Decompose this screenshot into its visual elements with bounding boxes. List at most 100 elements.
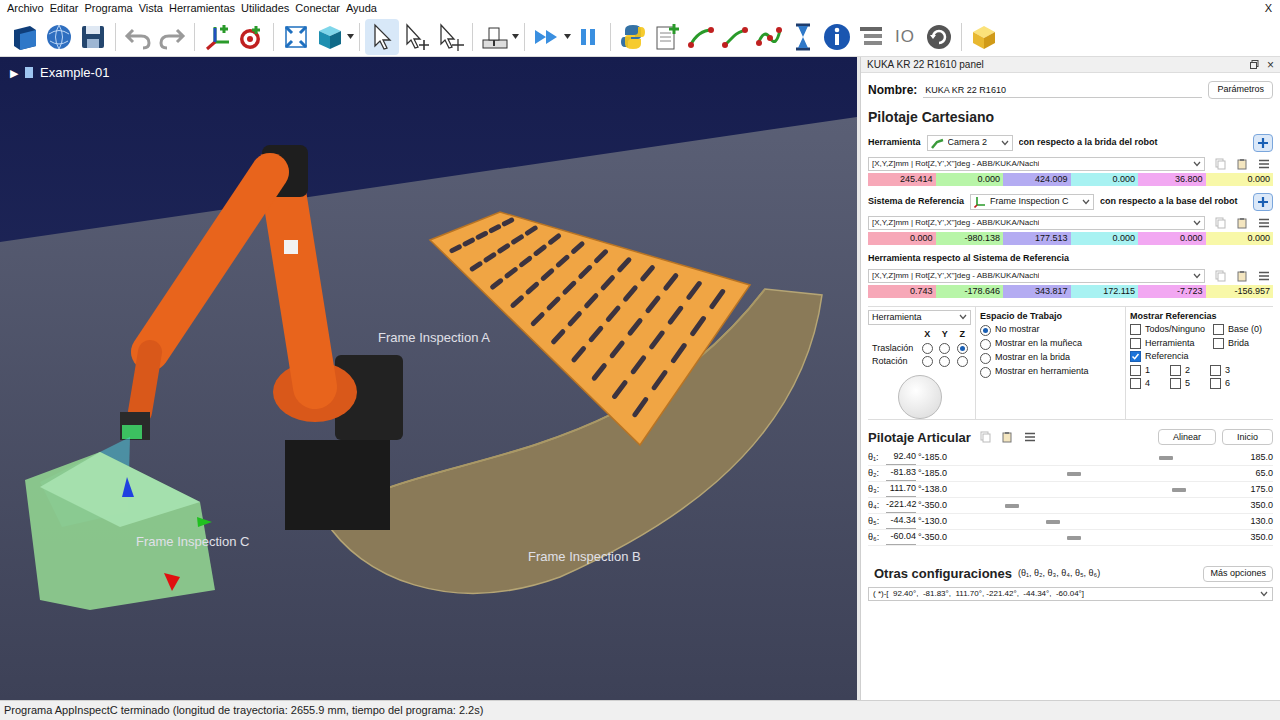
paste-button[interactable] xyxy=(999,430,1017,444)
checkbox[interactable] xyxy=(1170,378,1181,389)
joint-slider[interactable] xyxy=(964,485,1233,495)
pose-value[interactable]: 0.000 xyxy=(1206,232,1274,245)
slider-handle[interactable] xyxy=(1046,520,1060,524)
reference-number-checkbox[interactable]: 6 xyxy=(1210,377,1250,391)
pose-value[interactable]: -178.646 xyxy=(936,285,1004,298)
close-button[interactable]: × xyxy=(1267,58,1274,72)
dropdown-arrow-icon[interactable] xyxy=(512,34,519,39)
reference-checkbox[interactable]: Base (0) xyxy=(1213,323,1262,337)
toolbar-button[interactable] xyxy=(433,19,467,55)
configs-dropdown[interactable]: ( *)-[ 92.40°, -81.83°, 111.70°, -221.42… xyxy=(868,587,1273,601)
toolbar-button[interactable] xyxy=(854,19,888,55)
slider-handle[interactable] xyxy=(1067,536,1081,540)
menu-item[interactable]: Herramientas xyxy=(166,0,238,17)
pose-value[interactable]: 36.800 xyxy=(1138,173,1206,186)
radio-button[interactable] xyxy=(980,367,991,378)
toolbar-button[interactable] xyxy=(530,19,564,55)
toolbar-button[interactable] xyxy=(616,19,650,55)
toolbar-button[interactable] xyxy=(684,19,718,55)
pose-value[interactable]: 0.000 xyxy=(1206,173,1274,186)
slider-handle[interactable] xyxy=(1172,488,1186,492)
radio-button[interactable] xyxy=(980,325,991,336)
pose-value[interactable]: 245.414 xyxy=(868,173,936,186)
toolbar-button[interactable] xyxy=(279,19,313,55)
add-button[interactable] xyxy=(1253,193,1273,211)
toolbar-button[interactable] xyxy=(752,19,786,55)
checkbox[interactable] xyxy=(1213,338,1224,349)
radio-button[interactable] xyxy=(957,343,968,354)
toolbar-button[interactable] xyxy=(76,19,110,55)
paste-button[interactable] xyxy=(1233,157,1251,171)
slider-handle[interactable] xyxy=(1159,456,1173,460)
jog-mode-dropdown[interactable]: Herramienta xyxy=(868,310,971,326)
joint-value[interactable]: -221.42 xyxy=(886,498,916,513)
workspace-option[interactable]: Mostrar en herramienta xyxy=(980,365,1121,379)
checkbox[interactable] xyxy=(1130,351,1141,362)
home-button[interactable]: Inicio xyxy=(1222,429,1273,445)
toolbar-button[interactable] xyxy=(399,19,433,55)
checkbox[interactable] xyxy=(1210,378,1221,389)
jog-knob[interactable] xyxy=(898,375,942,419)
checkbox[interactable] xyxy=(1213,324,1224,335)
copy-button[interactable] xyxy=(977,430,995,444)
reference-number-checkbox[interactable]: 1 xyxy=(1130,364,1170,378)
pose-value[interactable]: -980.138 xyxy=(936,232,1004,245)
tree-toggle[interactable]: ▶ xyxy=(10,65,18,82)
toolbar-button[interactable] xyxy=(313,19,347,55)
workspace-option[interactable]: Mostrar en la muñeca xyxy=(980,337,1121,351)
pose-value[interactable]: 0.000 xyxy=(1071,173,1139,186)
name-field[interactable]: KUKA KR 22 R1610 xyxy=(923,83,1202,98)
reference-checkbox[interactable]: Herramienta xyxy=(1130,337,1205,351)
joint-value[interactable]: 92.40 xyxy=(886,450,916,465)
copy-button[interactable] xyxy=(1211,216,1229,230)
checkbox[interactable] xyxy=(1210,365,1221,376)
toolbar-button[interactable] xyxy=(478,19,512,55)
more-options-button[interactable]: Más opciones xyxy=(1203,566,1273,582)
toolbar-button[interactable] xyxy=(967,19,1001,55)
params-button[interactable]: Parámetros xyxy=(1208,81,1273,99)
workspace-option[interactable]: No mostrar xyxy=(980,323,1121,337)
reference-checkbox[interactable]: Brida xyxy=(1213,337,1262,351)
reference-checkbox[interactable]: Referencia xyxy=(1130,350,1205,364)
joint-slider[interactable] xyxy=(964,533,1233,543)
toolbar-button[interactable] xyxy=(650,19,684,55)
toolbar-button[interactable] xyxy=(365,19,399,55)
3d-view[interactable]: ▶Example-01Frame Inspection AFrame Inspe… xyxy=(0,57,857,700)
toolbar-button[interactable] xyxy=(200,19,234,55)
joint-value[interactable]: -44.34 xyxy=(886,514,916,529)
radio-button[interactable] xyxy=(939,356,950,367)
pose-value[interactable]: 0.000 xyxy=(868,232,936,245)
toolbar-button[interactable] xyxy=(8,19,42,55)
paste-button[interactable] xyxy=(1233,269,1251,283)
pose-value[interactable]: 177.513 xyxy=(1003,232,1071,245)
add-button[interactable] xyxy=(1253,134,1273,152)
reference-dropdown[interactable]: Frame Inspection C xyxy=(970,194,1094,210)
reference-number-checkbox[interactable]: 2 xyxy=(1170,364,1210,378)
slider-handle[interactable] xyxy=(1067,472,1081,476)
format-dropdown[interactable]: [X,Y,Z]mm | Rot[Z,Y',X'']deg - ABB/KUKA/… xyxy=(868,216,1205,230)
toolbar-button[interactable] xyxy=(922,19,956,55)
toolbar-button[interactable] xyxy=(820,19,854,55)
toolbar-button[interactable] xyxy=(234,19,268,55)
joint-slider[interactable] xyxy=(964,517,1233,527)
slider-handle[interactable] xyxy=(1005,504,1019,508)
pose-value[interactable]: 0.000 xyxy=(1138,232,1206,245)
toolbar-button[interactable] xyxy=(786,19,820,55)
toolbar-button[interactable] xyxy=(155,19,189,55)
format-dropdown[interactable]: [X,Y,Z]mm | Rot[Z,Y',X'']deg - ABB/KUKA/… xyxy=(868,269,1205,283)
pose-value[interactable]: -7.723 xyxy=(1138,285,1206,298)
radio-button[interactable] xyxy=(980,339,991,350)
reference-number-checkbox[interactable]: 4 xyxy=(1130,377,1170,391)
menu-item[interactable]: Archivo xyxy=(4,0,47,17)
checkbox[interactable] xyxy=(1130,365,1141,376)
copy-button[interactable] xyxy=(1211,269,1229,283)
pose-value[interactable]: 343.817 xyxy=(1003,285,1071,298)
dropdown-arrow-icon[interactable] xyxy=(564,34,571,39)
align-button[interactable]: Alinear xyxy=(1158,429,1216,445)
copy-button[interactable] xyxy=(1211,157,1229,171)
pose-value[interactable]: -156.957 xyxy=(1206,285,1274,298)
radio-button[interactable] xyxy=(980,353,991,364)
io-button[interactable]: IO xyxy=(888,19,922,55)
menu-item[interactable]: Conectar xyxy=(292,0,343,17)
checkbox[interactable] xyxy=(1130,324,1141,335)
